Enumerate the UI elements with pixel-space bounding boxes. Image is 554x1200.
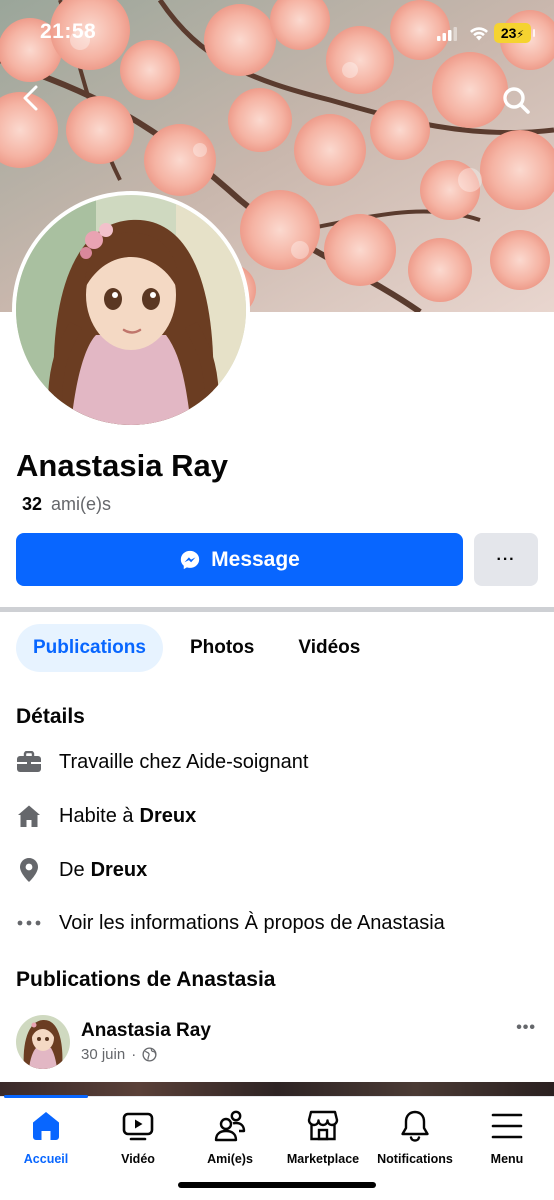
back-arrow-icon[interactable] xyxy=(16,82,48,114)
profile-tabs: Publications Photos Vidéos xyxy=(16,624,377,672)
details-title: Détails xyxy=(16,705,85,728)
detail-from-city[interactable]: Dreux xyxy=(91,859,148,882)
location-pin-icon xyxy=(16,857,42,883)
friends-icon xyxy=(214,1110,246,1142)
bell-icon xyxy=(401,1110,429,1142)
more-options-icon: ··· xyxy=(496,550,516,568)
messenger-icon xyxy=(180,550,200,569)
nav-home[interactable]: Accueil xyxy=(0,1109,92,1169)
ellipsis-icon xyxy=(16,910,42,936)
more-options-button[interactable]: ··· xyxy=(474,533,538,586)
marketplace-icon xyxy=(307,1110,339,1141)
tab-publications[interactable]: Publications xyxy=(16,624,163,672)
nav-marketplace-label: Marketplace xyxy=(286,1152,360,1166)
video-icon xyxy=(122,1112,154,1141)
wifi-icon xyxy=(470,27,488,41)
detail-lives: Habite à Dreux xyxy=(16,801,196,831)
post-meta: 30 juin · xyxy=(81,1046,157,1063)
section-divider xyxy=(0,607,554,612)
detail-from: De Dreux xyxy=(16,855,147,885)
message-button-label: Message xyxy=(211,547,300,571)
post-author-name[interactable]: Anastasia Ray xyxy=(81,1020,211,1042)
signal-icon xyxy=(437,27,457,41)
briefcase-icon xyxy=(16,749,42,775)
detail-work: Travaille chez Aide-soignant xyxy=(16,747,308,777)
nav-notifications[interactable]: Notifications xyxy=(369,1109,461,1169)
post-meta-separator: · xyxy=(131,1046,137,1063)
post-image[interactable] xyxy=(0,1082,554,1096)
menu-icon xyxy=(491,1113,523,1139)
post-header: Anastasia Ray 30 juin · ••• xyxy=(16,1015,538,1071)
profile-avatar[interactable] xyxy=(12,191,250,429)
detail-work-text: Travaille chez Aide-soignant xyxy=(59,750,309,773)
friends-count[interactable]: 32 ami(e)s xyxy=(22,494,111,515)
nav-notifications-label: Notifications xyxy=(377,1152,453,1166)
tab-photos[interactable]: Photos xyxy=(173,624,271,672)
battery-indicator: 23⚡ xyxy=(494,23,535,43)
friends-count-number: 32 xyxy=(22,494,43,514)
nav-friends-label: Ami(e)s xyxy=(207,1152,253,1166)
post-date[interactable]: 30 juin xyxy=(81,1046,125,1063)
detail-from-prefix: De xyxy=(59,858,85,881)
nav-menu-label: Menu xyxy=(490,1152,524,1166)
search-icon[interactable] xyxy=(500,84,532,116)
profile-name: Anastasia Ray xyxy=(16,448,228,483)
nav-video[interactable]: Vidéo xyxy=(92,1109,184,1169)
post-author-avatar[interactable] xyxy=(16,1015,70,1069)
message-button[interactable]: Message xyxy=(16,533,463,586)
detail-lives-city[interactable]: Dreux xyxy=(140,805,197,828)
friends-count-label: ami(e)s xyxy=(51,494,112,514)
detail-about-link[interactable]: Voir les informations À propos de Anasta… xyxy=(16,908,445,938)
status-time: 21:58 xyxy=(40,20,97,43)
post-options-icon[interactable]: ••• xyxy=(516,1019,536,1037)
nav-active-indicator xyxy=(4,1095,88,1098)
nav-marketplace[interactable]: Marketplace xyxy=(277,1109,369,1169)
nav-home-label: Accueil xyxy=(23,1152,69,1166)
home-indicator xyxy=(178,1182,376,1188)
nav-friends[interactable]: Ami(e)s xyxy=(184,1109,276,1169)
posts-title: Publications de Anastasia xyxy=(16,968,276,991)
status-bar: 21:58 23⚡ xyxy=(0,0,554,64)
globe-icon xyxy=(142,1047,157,1062)
detail-about-text: Voir les informations À propos de Anasta… xyxy=(59,911,445,934)
nav-video-label: Vidéo xyxy=(121,1152,155,1166)
tab-videos[interactable]: Vidéos xyxy=(281,624,377,672)
home-icon xyxy=(33,1112,59,1140)
home-icon xyxy=(16,803,42,829)
detail-lives-prefix: Habite à xyxy=(59,804,134,827)
nav-menu[interactable]: Menu xyxy=(461,1109,553,1169)
